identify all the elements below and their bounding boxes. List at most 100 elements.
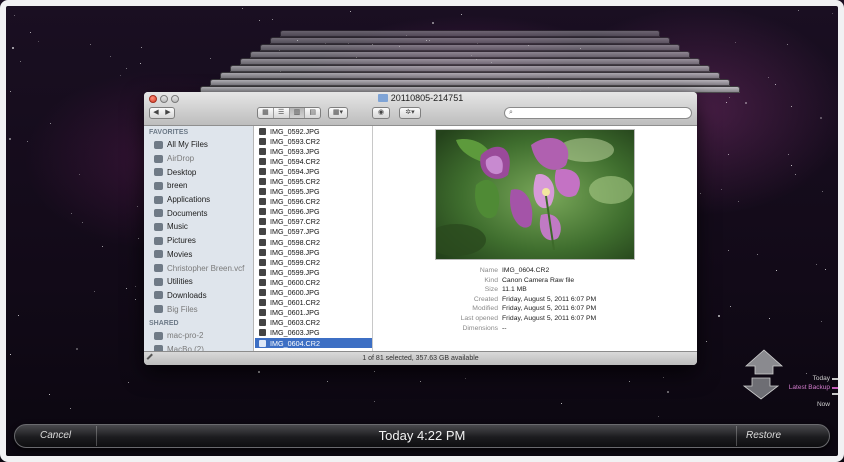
- star: [20, 61, 21, 62]
- star: [258, 371, 260, 373]
- file-row[interactable]: IMG_0592.JPG: [255, 126, 372, 136]
- shared-list: mac-pro-2 MacBo (2): [144, 329, 253, 351]
- finder-window[interactable]: 20110805-214751 ◀ ▶ ▦ ☰ ▥ ▤ ▦▾ ◉ ✲▾ ⌕ FAV…: [144, 92, 697, 365]
- backup-snapshot-window[interactable]: [240, 58, 700, 65]
- file-row[interactable]: IMG_0600.JPG: [255, 288, 372, 298]
- favorites-item[interactable]: Big Files: [144, 302, 253, 316]
- star: [629, 381, 630, 382]
- shared-item[interactable]: MacBo (2): [144, 343, 253, 351]
- window-title-text: 20110805-214751: [390, 93, 464, 103]
- file-row[interactable]: IMG_0594.CR2: [255, 156, 372, 166]
- back-forward-control[interactable]: ◀ ▶: [149, 107, 175, 119]
- favorites-item-label: AirDrop: [167, 154, 195, 164]
- star: [27, 141, 28, 142]
- favorites-item[interactable]: Downloads: [144, 289, 253, 303]
- info-key: Last opened: [460, 315, 498, 322]
- arrange-menu-button[interactable]: ▦▾: [328, 107, 348, 119]
- star: [822, 191, 823, 192]
- favorites-item[interactable]: breen: [144, 179, 253, 193]
- timeline-latest-backup-label[interactable]: Latest Backup: [789, 384, 830, 391]
- timeline-today-label[interactable]: Today: [813, 375, 830, 382]
- timeline-tick[interactable]: [832, 393, 844, 395]
- favorites-item[interactable]: Christopher Breen.vcf: [144, 261, 253, 275]
- file-row[interactable]: IMG_0604.CR2: [255, 337, 372, 349]
- file-row[interactable]: IMG_0594.JPG: [255, 166, 372, 176]
- file-row[interactable]: IMG_0598.JPG: [255, 247, 372, 257]
- file-row[interactable]: IMG_0596.JPG: [255, 207, 372, 217]
- backup-snapshot-window[interactable]: [260, 44, 680, 51]
- file-row[interactable]: IMG_0597.CR2: [255, 217, 372, 227]
- time-machine-bottom-bar: Cancel Today 4:22 PM Restore: [0, 422, 844, 462]
- file-row[interactable]: IMG_0601.JPG: [255, 308, 372, 318]
- quick-look-button[interactable]: ◉: [372, 107, 390, 119]
- star: [461, 14, 462, 15]
- favorites-item[interactable]: Applications: [144, 193, 253, 207]
- forward-button[interactable]: ▶: [162, 108, 174, 118]
- favorites-item[interactable]: Desktop: [144, 165, 253, 179]
- icon-view-icon[interactable]: ▦: [258, 108, 274, 118]
- search-field[interactable]: ⌕: [504, 107, 692, 119]
- star: [110, 56, 111, 57]
- preview-pane: Name IMG_0604.CR2 Kind Canon Camera Raw fil…: [374, 126, 697, 351]
- image-file-icon: [259, 147, 266, 155]
- action-menu-button[interactable]: ✲▾: [399, 107, 421, 119]
- path-bar-icon[interactable]: [146, 353, 157, 364]
- backup-snapshot-window[interactable]: [230, 65, 710, 72]
- time-machine-timeline[interactable]: Today Latest Backup Now: [742, 348, 844, 408]
- file-name: IMG_0600.JPG: [270, 288, 320, 298]
- music-icon: [154, 222, 163, 231]
- documents-icon: [154, 209, 163, 218]
- coverflow-view-icon[interactable]: ▤: [305, 108, 320, 118]
- favorites-item[interactable]: Pictures: [144, 234, 253, 248]
- favorites-item[interactable]: Utilities: [144, 275, 253, 289]
- column-view-icon[interactable]: ▥: [289, 108, 306, 118]
- view-switcher[interactable]: ▦ ☰ ▥ ▤: [257, 107, 321, 119]
- title-bar[interactable]: 20110805-214751 ◀ ▶ ▦ ☰ ▥ ▤ ▦▾ ◉ ✲▾ ⌕: [144, 92, 697, 126]
- file-column[interactable]: IMG_0592.JPG IMG_0593.CR2 IMG_0593.JPG IMG_…: [255, 126, 373, 351]
- timeline-now-label[interactable]: Now: [817, 401, 830, 408]
- star: [210, 58, 211, 59]
- star: [757, 254, 758, 255]
- file-row[interactable]: IMG_0600.CR2: [255, 277, 372, 287]
- star: [70, 408, 71, 409]
- star: [138, 238, 139, 239]
- backup-snapshot-window[interactable]: [280, 30, 660, 37]
- navigation-arrows-icon[interactable]: [742, 348, 790, 400]
- restore-button[interactable]: Restore: [746, 427, 816, 445]
- favorites-item[interactable]: Music: [144, 220, 253, 234]
- file-row[interactable]: IMG_0597.JPG: [255, 227, 372, 237]
- backup-snapshot-window[interactable]: [220, 72, 720, 79]
- file-row[interactable]: IMG_0601.CR2: [255, 298, 372, 308]
- star: [795, 174, 796, 175]
- image-file-icon: [259, 228, 266, 236]
- info-row: Created Friday, August 5, 2011 6:07 PM: [374, 296, 697, 306]
- favorites-item[interactable]: Movies: [144, 248, 253, 262]
- favorites-item[interactable]: All My Files: [144, 138, 253, 152]
- file-row[interactable]: IMG_0593.CR2: [255, 136, 372, 146]
- backup-snapshot-window[interactable]: [250, 51, 690, 58]
- favorites-item-label: Movies: [167, 249, 193, 259]
- list-view-icon[interactable]: ☰: [274, 108, 290, 118]
- file-row[interactable]: IMG_0603.CR2: [255, 318, 372, 328]
- file-row[interactable]: IMG_0595.JPG: [255, 187, 372, 197]
- favorites-item[interactable]: Documents: [144, 206, 253, 220]
- timeline-tick-latest[interactable]: [832, 387, 844, 389]
- backup-snapshot-window[interactable]: [270, 37, 670, 44]
- file-row[interactable]: IMG_0593.JPG: [255, 146, 372, 156]
- file-row[interactable]: IMG_0595.CR2: [255, 176, 372, 186]
- favorites-item[interactable]: AirDrop: [144, 152, 253, 166]
- shared-item[interactable]: mac-pro-2: [144, 329, 253, 343]
- file-row[interactable]: IMG_0599.CR2: [255, 257, 372, 267]
- star: [432, 22, 434, 24]
- back-button[interactable]: ◀: [150, 108, 162, 118]
- file-name: IMG_0597.JPG: [270, 227, 320, 237]
- file-row[interactable]: IMG_0599.JPG: [255, 267, 372, 277]
- favorites-item-label: Utilities: [167, 277, 193, 287]
- image-file-icon: [259, 188, 266, 196]
- file-row[interactable]: IMG_0596.CR2: [255, 197, 372, 207]
- file-name: IMG_0604.CR2: [270, 338, 320, 348]
- file-row[interactable]: IMG_0603.JPG: [255, 328, 372, 338]
- timeline-tick[interactable]: [832, 378, 844, 380]
- file-row[interactable]: IMG_0598.CR2: [255, 237, 372, 247]
- backup-snapshot-window[interactable]: [210, 79, 730, 86]
